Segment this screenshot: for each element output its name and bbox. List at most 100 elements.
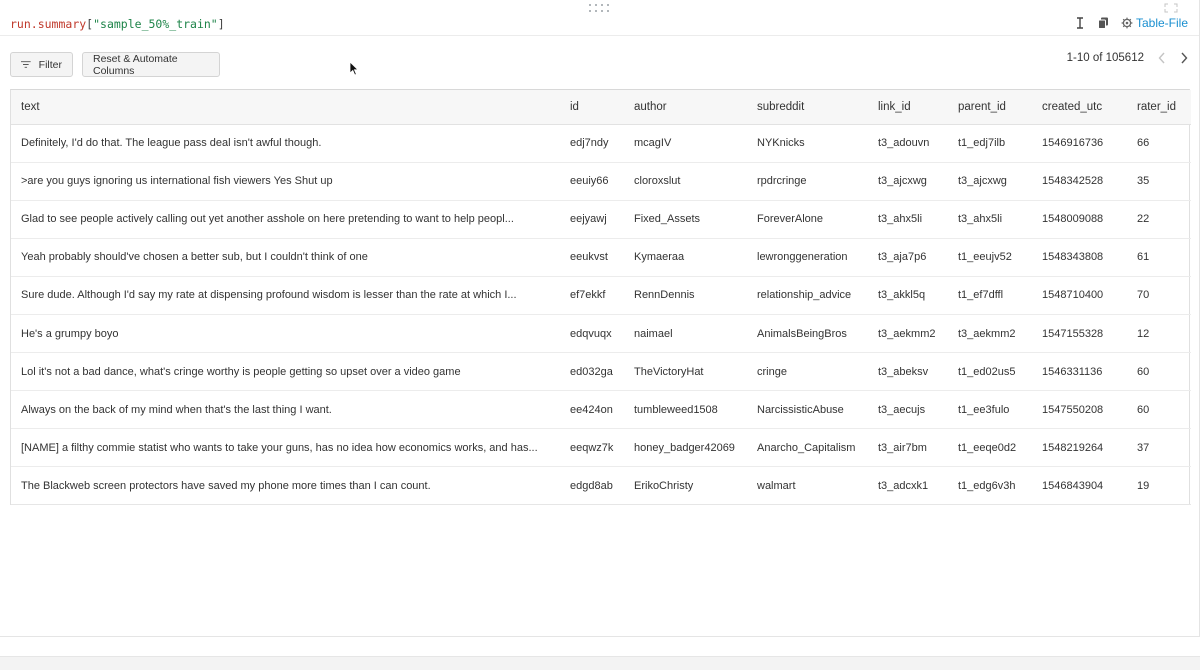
code-bracket-close: ] (217, 17, 225, 31)
cell-author: tumbleweed1508 (624, 390, 747, 430)
cell-text: >are you guys ignoring us international … (11, 162, 560, 201)
cell-subreddit: NarcissisticAbuse (747, 390, 868, 430)
cell-id: ef7ekkf (560, 276, 624, 315)
cell-link-id: t3_adcxk1 (868, 466, 948, 506)
table-row[interactable]: He's a grumpy boyo edqvuqx naimael AnimalsB… (11, 314, 1191, 354)
cell-parent-id: t1_eeujv52 (948, 238, 1032, 277)
code-attribute: .summary (30, 17, 87, 31)
cell-parent-id: t3_ajcxwg (948, 162, 1032, 201)
cell-text: Lol it's not a bad dance, what's cringe … (11, 352, 560, 392)
cell-rater-id: 61 (1127, 238, 1191, 277)
cell-id: edgd8ab (560, 466, 624, 506)
cell-id: eejyawj (560, 200, 624, 239)
pagination: 1-10 of 105612 (1067, 52, 1188, 64)
cell-rater-id: 60 (1127, 390, 1191, 430)
cell-created-utc: 1548219264 (1032, 428, 1127, 468)
bottom-bar (0, 656, 1200, 670)
drag-handle-icon[interactable] (589, 4, 611, 14)
table-panel: run.summary["sample_50%_train"] Table-Fi… (0, 0, 1200, 670)
cell-link-id: t3_aecujs (868, 390, 948, 430)
text-cursor-icon[interactable] (1073, 16, 1087, 30)
cell-author: TheVictoryHat (624, 352, 747, 392)
filter-icon (21, 61, 31, 68)
cell-subreddit: AnimalsBeingBros (747, 314, 868, 354)
fullscreen-icon[interactable] (1164, 3, 1178, 13)
copy-icon[interactable] (1097, 16, 1111, 30)
cell-created-utc: 1546331136 (1032, 352, 1127, 392)
top-tools: Table-File (1073, 16, 1188, 30)
column-header-author[interactable]: author (624, 90, 747, 125)
cell-parent-id: t1_edg6v3h (948, 466, 1032, 506)
cell-rater-id: 66 (1127, 124, 1191, 163)
cell-subreddit: NYKnicks (747, 124, 868, 163)
table-row[interactable]: The Blackweb screen protectors have save… (11, 466, 1191, 506)
cell-parent-id: t1_eeqe0d2 (948, 428, 1032, 468)
cell-created-utc: 1547550208 (1032, 390, 1127, 430)
cell-created-utc: 1548342528 (1032, 162, 1127, 201)
cell-id: eeqwz7k (560, 428, 624, 468)
table-row[interactable]: >are you guys ignoring us international … (11, 162, 1191, 201)
cell-id: eeuiy66 (560, 162, 624, 201)
cell-author: ErikoChristy (624, 466, 747, 506)
cell-author: mcagIV (624, 124, 747, 163)
cell-text: Glad to see people actively calling out … (11, 200, 560, 239)
cell-subreddit: lewronggeneration (747, 238, 868, 277)
code-object: run (10, 17, 31, 31)
table-row[interactable]: Sure dude. Although I'd say my rate at d… (11, 276, 1191, 315)
cell-rater-id: 37 (1127, 428, 1191, 468)
gear-icon (1121, 17, 1133, 29)
cell-subreddit: Anarcho_Capitalism (747, 428, 868, 468)
column-header-created-utc[interactable]: created_utc (1032, 90, 1127, 125)
cell-rater-id: 70 (1127, 276, 1191, 315)
filter-label: Filter (38, 58, 62, 71)
column-header-parent-id[interactable]: parent_id (948, 90, 1032, 125)
mouse-pointer-icon (349, 61, 359, 76)
cell-link-id: t3_akkl5q (868, 276, 948, 315)
table-row[interactable]: [NAME] a filthy commie statist who wants… (11, 428, 1191, 468)
cell-subreddit: walmart (747, 466, 868, 506)
cell-author: RennDennis (624, 276, 747, 315)
table-row[interactable]: Yeah probably should've chosen a better … (11, 238, 1191, 277)
cell-link-id: t3_air7bm (868, 428, 948, 468)
cell-author: cloroxslut (624, 162, 747, 201)
table-file-link[interactable]: Table-File (1121, 16, 1188, 30)
cell-author: Kymaeraa (624, 238, 747, 277)
cell-id: edj7ndy (560, 124, 624, 163)
cell-rater-id: 60 (1127, 352, 1191, 392)
reset-automate-columns-button[interactable]: Reset & Automate Columns (82, 52, 220, 77)
header-divider (0, 35, 1200, 36)
cell-text: Always on the back of my mind when that'… (11, 390, 560, 430)
cell-created-utc: 1548009088 (1032, 200, 1127, 239)
cell-link-id: t3_ahx5li (868, 200, 948, 239)
column-header-text[interactable]: text (11, 90, 560, 125)
cell-link-id: t3_adouvn (868, 124, 948, 163)
column-header-id[interactable]: id (560, 90, 624, 125)
cell-rater-id: 19 (1127, 466, 1191, 506)
cell-author: naimael (624, 314, 747, 354)
chevron-right-icon[interactable] (1180, 52, 1188, 64)
cell-rater-id: 12 (1127, 314, 1191, 354)
cell-text: The Blackweb screen protectors have save… (11, 466, 560, 506)
table-file-label: Table-File (1135, 16, 1188, 30)
column-header-rater-id[interactable]: rater_id (1127, 90, 1191, 125)
table-row[interactable]: Glad to see people actively calling out … (11, 200, 1191, 239)
cell-text: [NAME] a filthy commie statist who wants… (11, 428, 560, 468)
cell-rater-id: 22 (1127, 200, 1191, 239)
cell-id: eeukvst (560, 238, 624, 277)
column-header-link-id[interactable]: link_id (868, 90, 948, 125)
cell-parent-id: t1_ef7dffl (948, 276, 1032, 315)
cell-text: Definitely, I'd do that. The league pass… (11, 124, 560, 163)
cell-created-utc: 1546843904 (1032, 466, 1127, 506)
cell-created-utc: 1548343808 (1032, 238, 1127, 277)
reset-label: Reset & Automate Columns (93, 52, 178, 77)
chevron-left-icon[interactable] (1158, 52, 1166, 64)
cell-parent-id: t1_ee3fulo (948, 390, 1032, 430)
table-row[interactable]: Always on the back of my mind when that'… (11, 390, 1191, 430)
column-header-subreddit[interactable]: subreddit (747, 90, 868, 125)
table-row[interactable]: Lol it's not a bad dance, what's cringe … (11, 352, 1191, 392)
cell-id: edqvuqx (560, 314, 624, 354)
table-row[interactable]: Definitely, I'd do that. The league pass… (11, 124, 1191, 163)
filter-button[interactable]: Filter (10, 52, 73, 77)
cell-subreddit: ForeverAlone (747, 200, 868, 239)
cell-id: ed032ga (560, 352, 624, 392)
